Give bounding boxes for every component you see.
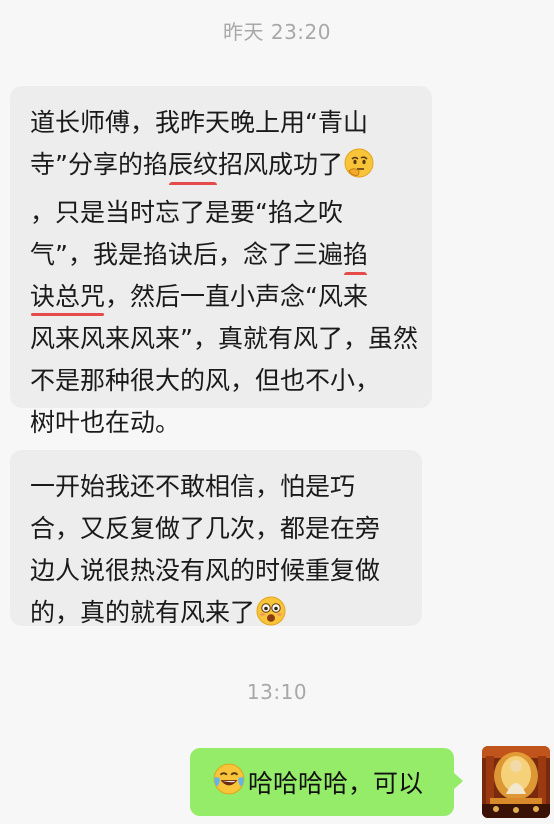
message-line: 道长师傅，我昨天晚上用“青山	[30, 108, 368, 137]
incoming-message-bubble[interactable]: 道长师傅，我昨天晚上用“青山 寺”分享的掐辰纹招风成功了 ，只是当时忘了是要“掐…	[10, 86, 432, 437]
message-text: 哈哈哈哈，可以	[248, 769, 424, 798]
message-text: 寺”分享的掐	[30, 150, 168, 179]
message-text: ，然后一直小声念“风来	[105, 282, 368, 311]
tears-of-joy-icon	[212, 762, 246, 802]
message-line: 气”，我是掐诀后，念了三遍掐	[30, 234, 432, 276]
message-text: 的，真的就有风来了	[30, 598, 256, 627]
avatar[interactable]	[482, 746, 550, 818]
message-line: 寺”分享的掐辰纹招风成功了	[30, 144, 432, 192]
message-line: 风来风来风来”，真就有风了，虽然	[30, 324, 418, 353]
underlined-text: 辰纹	[168, 144, 218, 186]
incoming-message-bubble[interactable]: 一开始我还不敢相信，怕是巧 合，又反复做了几次，都是在旁 边人说很热没有风的时候…	[10, 450, 422, 627]
thinking-face-icon	[343, 147, 375, 192]
outgoing-message-bubble[interactable]: 哈哈哈哈，可以	[190, 748, 463, 816]
chat-window: 昨天 23:20 道长师傅，我昨天晚上用“青山 寺”分享的掐辰纹招风成功了 ，只…	[0, 0, 554, 824]
message-line: 合，又反复做了几次，都是在旁	[30, 514, 381, 543]
message-text: 气”，我是掐诀后，念了三遍	[30, 240, 343, 269]
timestamp: 昨天 23:20	[223, 20, 331, 44]
message-line: 诀总咒，然后一直小声念“风来	[30, 276, 432, 318]
message-line: 边人说很热没有风的时候重复做	[30, 556, 381, 585]
flushed-face-icon	[255, 595, 287, 640]
message-line: 一开始我还不敢相信，怕是巧	[30, 472, 356, 501]
underlined-text: 诀总咒	[30, 276, 105, 318]
underlined-text: 掐	[343, 234, 368, 276]
message-text: 招风成功了	[217, 150, 343, 179]
message-line: 不是那种很大的风，但也不小，	[30, 366, 381, 395]
timestamp: 13:10	[246, 680, 308, 704]
message-line: 树叶也在动。	[30, 408, 181, 437]
message-line: ，只是当时忘了是要“掐之吹	[30, 198, 343, 227]
message-line: 的，真的就有风来了	[30, 592, 422, 640]
